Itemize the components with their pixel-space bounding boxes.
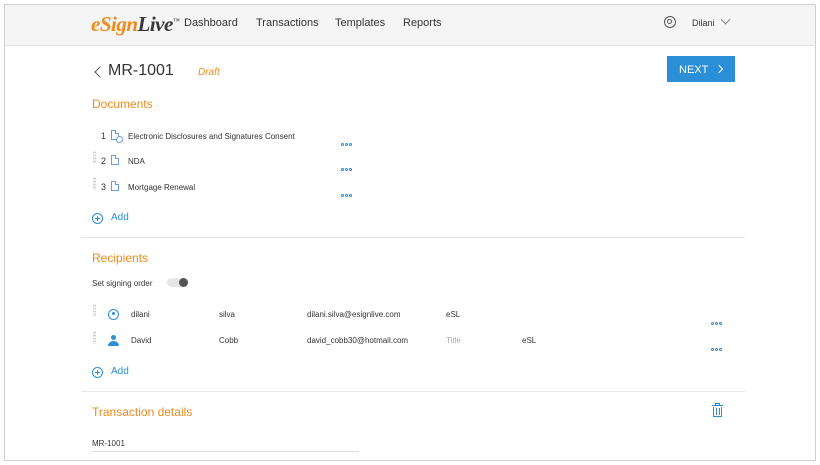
more-options-icon[interactable] [711, 338, 727, 351]
transaction-title: MR-1001 [108, 62, 174, 79]
more-options-icon[interactable] [341, 158, 357, 171]
recipient-email[interactable]: david_cobb30@hotmail.com [307, 336, 408, 345]
signing-order-label: Set signing order [92, 279, 153, 288]
field-underline [91, 451, 359, 452]
more-options-icon[interactable] [711, 312, 727, 325]
document-number: 3 [101, 182, 107, 192]
nav-transactions[interactable]: Transactions [256, 17, 319, 29]
document-name[interactable]: Mortgage Renewal [128, 183, 195, 192]
user-name[interactable]: Dilani [692, 18, 715, 28]
status-badge: Draft [198, 67, 220, 78]
next-button[interactable]: NEXT [667, 56, 735, 82]
recipient-first-name[interactable]: dilani [131, 310, 150, 319]
document-consent-icon [111, 130, 123, 143]
documents-section-title: Documents [92, 97, 153, 111]
document-name[interactable]: Electronic Disclosures and Signatures Co… [128, 132, 295, 141]
document-icon [111, 181, 119, 191]
document-name[interactable]: NDA [128, 157, 145, 166]
chevron-right-icon [714, 64, 724, 74]
transaction-name-field[interactable]: MR-1001 [92, 439, 125, 448]
recipient-company[interactable]: eSL [522, 336, 536, 345]
plus-circle-icon [92, 213, 103, 224]
drag-handle-icon[interactable] [93, 177, 96, 190]
recipient-last-name[interactable]: silva [219, 310, 235, 319]
chevron-down-icon[interactable] [720, 14, 731, 25]
nav-templates[interactable]: Templates [335, 17, 385, 29]
user-circle-icon [108, 309, 119, 320]
app-window: eSignLive™ Dashboard Transactions Templa… [4, 4, 816, 461]
more-options-icon[interactable] [341, 133, 357, 146]
drag-handle-icon[interactable] [93, 151, 96, 164]
recipient-email[interactable]: dilani.silva@esignlive.com [307, 310, 401, 319]
drag-handle-icon[interactable] [93, 331, 96, 344]
recipient-title-field[interactable]: Title [446, 336, 461, 345]
document-number: 2 [101, 156, 107, 166]
signing-order-toggle[interactable] [167, 278, 188, 287]
esignlive-logo[interactable]: eSignLive™ [91, 12, 180, 37]
trash-icon[interactable] [712, 403, 723, 417]
transaction-details-section-title: Transaction details [92, 405, 193, 419]
recipient-first-name[interactable]: David [131, 336, 151, 345]
nav-dashboard[interactable]: Dashboard [184, 17, 238, 29]
section-divider [81, 391, 745, 392]
person-icon [108, 335, 119, 346]
document-number: 1 [101, 131, 107, 141]
nav-reports[interactable]: Reports [403, 17, 442, 29]
user-avatar-icon[interactable] [664, 16, 676, 28]
recipient-last-name[interactable]: Cobb [219, 336, 238, 345]
recipients-section-title: Recipients [92, 251, 149, 265]
more-options-icon[interactable] [341, 184, 357, 197]
recipient-company[interactable]: eSL [446, 310, 460, 319]
top-navigation-bar: eSignLive™ Dashboard Transactions Templa… [5, 5, 815, 46]
back-chevron-icon[interactable] [94, 66, 106, 78]
plus-circle-icon [92, 367, 103, 378]
drag-handle-icon[interactable] [93, 304, 96, 317]
document-icon [111, 155, 119, 165]
section-divider [81, 237, 745, 238]
